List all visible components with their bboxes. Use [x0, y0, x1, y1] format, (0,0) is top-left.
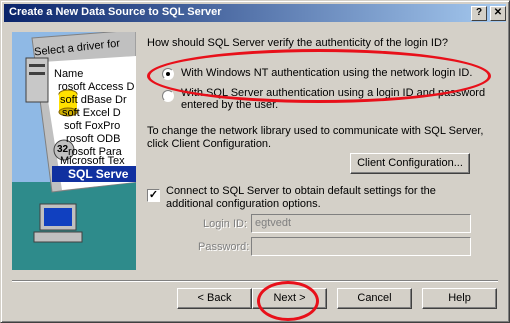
radio-sql-auth-label-line1[interactable]: With SQL Server authentication using a l… [181, 87, 485, 99]
radio-nt-auth-label[interactable]: With Windows NT authentication using the… [181, 67, 472, 79]
title-bar: Create a New Data Source to SQL Server ?… [4, 4, 506, 22]
radio-sql-auth[interactable] [162, 90, 174, 102]
auth-question: How should SQL Server verify the authent… [147, 37, 449, 49]
login-id-label: Login ID: [203, 218, 248, 230]
wizard-illustration: Select a driver for Name rosoft Access D… [12, 32, 136, 270]
art-item-2: soft dBase Dr [60, 94, 127, 106]
client-configuration-button[interactable]: Client Configuration... [350, 153, 470, 174]
art-item-4: soft FoxPro [64, 120, 121, 132]
connect-checkbox[interactable]: ✓ [147, 189, 160, 202]
back-button[interactable]: < Back [177, 288, 252, 309]
cancel-button[interactable]: Cancel [337, 288, 412, 309]
art-item-5: rosoft ODB [66, 133, 121, 145]
help-button[interactable]: Help [422, 288, 497, 309]
next-button[interactable]: Next > [252, 288, 327, 309]
radio-nt-auth[interactable] [162, 68, 174, 80]
radio-selected-dot [166, 72, 170, 76]
art-item-0: Name [54, 68, 84, 80]
close-title-button[interactable]: ✕ [490, 6, 506, 21]
help-title-button[interactable]: ? [471, 6, 487, 21]
network-text-line1: To change the network library used to co… [147, 125, 484, 137]
art-item-8: SQL Serve [68, 167, 129, 181]
connect-label-line2[interactable]: additional configuration options. [166, 198, 321, 210]
window-title: Create a New Data Source to SQL Server [9, 6, 222, 18]
button-separator [12, 280, 498, 282]
password-label: Password: [198, 241, 250, 253]
password-input[interactable] [251, 237, 471, 256]
network-text-line2: click Client Configuration. [147, 138, 272, 150]
dialog-window: Create a New Data Source to SQL Server ?… [0, 0, 510, 323]
art-item-1: rosoft Access D [58, 81, 135, 93]
connect-label-line1[interactable]: Connect to SQL Server to obtain default … [166, 185, 436, 197]
art-badge: 32 [57, 144, 69, 155]
art-item-3: soft Excel D [62, 107, 121, 119]
login-id-input[interactable]: egtvedt [251, 214, 471, 233]
art-item-7: Microsoft Tex [60, 155, 125, 167]
radio-sql-auth-label-line2[interactable]: entered by the user. [181, 99, 278, 111]
